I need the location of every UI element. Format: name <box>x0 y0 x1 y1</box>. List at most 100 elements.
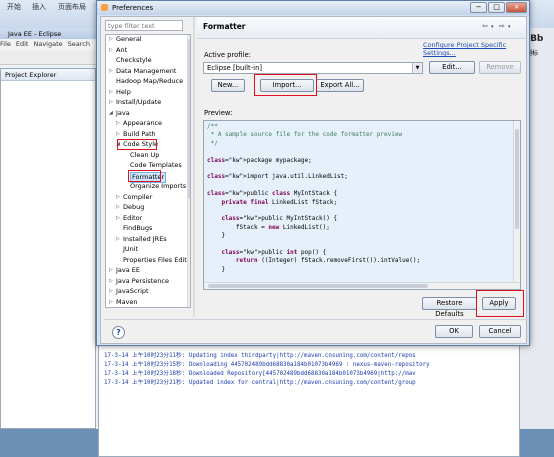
expanded-arrow-icon[interactable]: ◢ <box>109 109 113 118</box>
eclipse-toolbar <box>0 51 100 65</box>
code-line: } <box>207 265 226 273</box>
preview-horizontal-scrollbar[interactable] <box>204 282 520 289</box>
tree-item-organize-imports[interactable]: Organize Imports <box>130 182 186 191</box>
menu-file[interactable]: File <box>0 40 11 48</box>
tree-item-java-ee[interactable]: Java EE <box>116 266 140 275</box>
tree-item-installed-jres[interactable]: Installed JREs <box>123 235 167 244</box>
tree-item-hadoop-map-reduce[interactable]: Hadoop Map/Reduce <box>116 77 183 86</box>
tree-item-debug[interactable]: Debug <box>123 203 144 212</box>
project-explorer-header[interactable]: Project Explorer <box>1 69 95 81</box>
code-line: * A sample source file for the code form… <box>207 131 403 139</box>
maximize-button[interactable]: □ <box>488 2 505 13</box>
tree-item-appearance[interactable]: Appearance <box>123 119 162 128</box>
collapsed-arrow-icon[interactable]: ▷ <box>109 287 113 296</box>
preview-code: /** * A sample source file for the code … <box>207 123 420 274</box>
dialog-body: ▷General▷AntCheckstyle▷Data ManagementHa… <box>100 16 528 344</box>
tree-item-help[interactable]: Help <box>116 88 131 97</box>
active-profile-value: Eclipse [built-in] <box>207 64 263 72</box>
tree-item-data-management[interactable]: Data Management <box>116 67 176 76</box>
tree-item-code-style[interactable]: Code Style <box>123 140 158 149</box>
eclipse-icon <box>101 4 108 11</box>
word-tab[interactable]: 开始 <box>7 2 21 12</box>
tree-item-install-update[interactable]: Install/Update <box>116 98 161 107</box>
active-profile-label: Active profile: <box>204 51 251 59</box>
collapsed-arrow-icon[interactable]: ▷ <box>116 214 120 223</box>
edit-button[interactable]: Edit... <box>429 61 475 74</box>
tree-item-code-templates[interactable]: Code Templates <box>130 161 182 170</box>
collapsed-arrow-icon[interactable]: ▷ <box>109 88 113 97</box>
tree-item-properties-files-editor[interactable]: Properties Files Editor <box>123 256 190 265</box>
page-title: Formatter <box>203 22 246 31</box>
tree-scrollbar[interactable] <box>187 35 190 307</box>
filter-input[interactable] <box>105 20 183 31</box>
code-line: fStack = new LinkedList(); <box>207 223 330 231</box>
apply-button[interactable]: Apply <box>482 297 516 310</box>
code-line: private final LinkedList fStack; <box>221 198 338 206</box>
tree-item-junit[interactable]: JUnit <box>123 245 138 254</box>
active-profile-select[interactable]: Eclipse [built-in] ▼ <box>203 62 423 74</box>
code-line: class="kw">public int pop() { <box>221 248 327 256</box>
chevron-down-icon[interactable]: ▾ <box>491 24 494 30</box>
formatter-page: Formatter ⇦ ▾ ⇨ ▾ Configure Project Spec… <box>197 17 526 318</box>
tree-item-checkstyle[interactable]: Checkstyle <box>116 56 152 65</box>
code-line: */ <box>207 139 218 147</box>
import-button[interactable]: Import... <box>260 79 314 92</box>
forward-icon[interactable]: ⇨ <box>499 22 505 30</box>
menu-navigate[interactable]: Navigate <box>33 40 62 48</box>
splitter-sash[interactable] <box>193 17 195 317</box>
collapsed-arrow-icon[interactable]: ▷ <box>109 298 113 307</box>
tree-item-compiler[interactable]: Compiler <box>123 193 152 202</box>
collapsed-arrow-icon[interactable]: ▷ <box>116 119 120 128</box>
export-all-button[interactable]: Export All... <box>316 79 364 92</box>
word-tab[interactable]: 页面布局 <box>58 2 86 12</box>
new-profile-button[interactable]: New... <box>211 79 245 92</box>
collapsed-arrow-icon[interactable]: ▷ <box>109 35 113 44</box>
tree-item-formatter[interactable]: Formatter <box>130 171 167 183</box>
configure-project-settings-link[interactable]: Configure Project Specific Settings... <box>423 41 526 57</box>
word-tab[interactable]: 插入 <box>32 2 46 12</box>
expanded-arrow-icon[interactable]: ◢ <box>116 140 120 149</box>
tree-item-build-path[interactable]: Build Path <box>123 130 156 139</box>
tree-item-java[interactable]: Java <box>116 109 130 118</box>
console-line: 17-3-14 上午10时23分15秒: Downloading 4457024… <box>104 362 430 368</box>
collapsed-arrow-icon[interactable]: ▷ <box>116 130 120 139</box>
tree-item-java-persistence[interactable]: Java Persistence <box>116 277 169 286</box>
code-preview: /** * A sample source file for the code … <box>203 120 521 290</box>
tree-item-maven[interactable]: Maven <box>116 298 138 307</box>
remove-button[interactable]: Remove <box>479 61 521 74</box>
collapsed-arrow-icon[interactable]: ▷ <box>109 277 113 286</box>
collapsed-arrow-icon[interactable]: ▷ <box>109 67 113 76</box>
tree-item-editor[interactable]: Editor <box>123 214 142 223</box>
eclipse-title: Java EE - Eclipse <box>8 30 62 38</box>
preview-vertical-scrollbar[interactable] <box>513 121 520 283</box>
tree-item-general[interactable]: General <box>116 35 142 44</box>
tree-item-clean-up[interactable]: Clean Up <box>130 151 159 160</box>
collapsed-arrow-icon[interactable]: ▷ <box>116 235 120 244</box>
collapsed-arrow-icon[interactable]: ▷ <box>109 46 113 55</box>
collapsed-arrow-icon[interactable]: ▷ <box>109 266 113 275</box>
tree-item-ant[interactable]: Ant <box>116 46 127 55</box>
menu-edit[interactable]: Edit <box>16 40 29 48</box>
code-line: class="kw">import java.util.LinkedList; <box>207 173 348 181</box>
menu-search[interactable]: Search <box>68 40 90 48</box>
code-line: } <box>207 232 226 240</box>
chevron-down-icon[interactable]: ▾ <box>508 24 511 30</box>
back-icon[interactable]: ⇦ <box>482 22 488 30</box>
tree-item-findbugs[interactable]: FindBugs <box>123 224 152 233</box>
cancel-button[interactable]: Cancel <box>479 325 521 338</box>
help-icon[interactable]: ? <box>112 326 125 339</box>
close-button[interactable]: × <box>506 2 527 13</box>
ok-button[interactable]: OK <box>435 325 473 338</box>
code-line: class="kw">public class MyIntStack { <box>207 190 338 198</box>
collapsed-arrow-icon[interactable]: ▷ <box>116 193 120 202</box>
collapsed-arrow-icon[interactable]: ▷ <box>116 203 120 212</box>
console-line: 17-3-14 上午10时23分18秒: Downloaded Reposito… <box>104 371 416 377</box>
restore-defaults-button[interactable]: Restore Defaults <box>422 297 477 318</box>
collapsed-arrow-icon[interactable]: ▷ <box>109 98 113 107</box>
chevron-down-icon: ▼ <box>412 63 422 73</box>
minimize-button[interactable]: − <box>470 2 487 13</box>
tree-item-javascript[interactable]: JavaScript <box>116 287 149 296</box>
